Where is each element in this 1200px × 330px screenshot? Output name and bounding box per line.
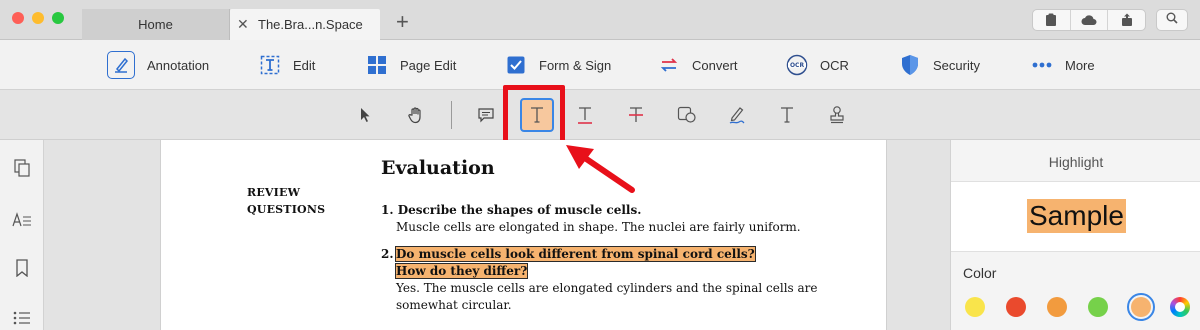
- answer-2-line2: somewhat circular.: [396, 298, 512, 312]
- answer-1-text: Muscle cells are elongated in shape. The…: [396, 220, 801, 234]
- sample-preview: Sample: [1027, 199, 1126, 233]
- share-icon[interactable]: [1108, 10, 1145, 30]
- tab-document-label: The.Bra...n.Space: [258, 17, 363, 32]
- color-swatch-red[interactable]: [1006, 297, 1026, 317]
- shield-icon: [899, 54, 921, 76]
- hand-tool-icon[interactable]: [404, 103, 428, 127]
- question-2-number: 2.: [381, 247, 394, 261]
- annotation-label: Annotation: [147, 57, 210, 73]
- preview-box: Sample: [951, 181, 1200, 252]
- highlighted-question-line1[interactable]: Do muscle cells look different from spin…: [395, 246, 756, 262]
- underline-text-icon[interactable]: [573, 103, 597, 127]
- panel-title: Highlight: [1048, 154, 1104, 170]
- new-tab-icon[interactable]: +: [396, 11, 409, 33]
- tab-home[interactable]: Home: [82, 9, 230, 40]
- page-title: Evaluation: [381, 157, 495, 179]
- search-icon: [1166, 11, 1178, 29]
- zoom-window-button[interactable]: [52, 12, 64, 24]
- clipboard-icon[interactable]: [1033, 10, 1071, 30]
- pdf-page[interactable]: Evaluation REVIEW QUESTIONS 1. Describe …: [160, 140, 887, 330]
- main-toolbar: Annotation Edit Page Edit Form & Sign Co…: [0, 40, 1200, 90]
- properties-panel: Highlight Sample Color: [950, 140, 1200, 330]
- security-button[interactable]: Security: [899, 40, 980, 90]
- section-label: REVIEW QUESTIONS: [247, 184, 325, 218]
- form-sign-button[interactable]: Form & Sign: [505, 40, 611, 90]
- outline-text-icon[interactable]: [12, 210, 32, 230]
- color-swatch-green[interactable]: [1088, 297, 1108, 317]
- question-1: 1. Describe the shapes of muscle cells. …: [381, 202, 801, 236]
- edit-button[interactable]: Edit: [259, 40, 315, 90]
- title-bar: Home ✕ The.Bra...n.Space +: [0, 0, 1200, 40]
- color-label: Color: [963, 265, 997, 281]
- color-swatch-orange[interactable]: [1047, 297, 1067, 317]
- text-box-icon[interactable]: [775, 103, 799, 127]
- comment-icon[interactable]: [474, 103, 498, 127]
- form-sign-label: Form & Sign: [539, 57, 612, 73]
- search-button[interactable]: [1156, 9, 1188, 31]
- minimize-window-button[interactable]: [32, 12, 44, 24]
- color-swatch-light-orange[interactable]: [1131, 297, 1151, 317]
- callout-highlight-box: [503, 85, 565, 145]
- question-1-text: 1. Describe the shapes of muscle cells.: [381, 203, 642, 217]
- bookmark-icon[interactable]: [12, 258, 32, 278]
- annotation-icon: [107, 51, 135, 79]
- list-icon[interactable]: [12, 308, 32, 328]
- section-label-line2: QUESTIONS: [247, 203, 326, 216]
- answer-2-line1: Yes. The muscle cells are elongated cyli…: [396, 281, 818, 295]
- ocr-label: OCR: [820, 57, 849, 73]
- app-window: Home ✕ The.Bra...n.Space + Annotation Ed…: [0, 0, 1200, 330]
- annotation-toolbar: [0, 90, 1200, 140]
- thumbnails-icon[interactable]: [12, 158, 32, 178]
- strikethrough-text-icon[interactable]: [624, 103, 648, 127]
- shape-tool-icon[interactable]: [675, 103, 699, 127]
- convert-label: Convert: [692, 57, 738, 73]
- convert-icon: [658, 54, 680, 76]
- more-label: More: [1065, 57, 1095, 73]
- page-edit-button[interactable]: Page Edit: [366, 40, 456, 90]
- toolbar-divider: [451, 101, 452, 129]
- tab-document[interactable]: ✕ The.Bra...n.Space: [230, 9, 380, 40]
- highlighted-question-line2[interactable]: How do they differ?: [394, 263, 529, 279]
- select-arrow-icon[interactable]: [353, 103, 377, 127]
- close-tab-icon[interactable]: ✕: [237, 16, 249, 33]
- page-edit-label: Page Edit: [400, 57, 457, 73]
- cloud-icon[interactable]: [1071, 10, 1109, 30]
- checkbox-icon: [505, 54, 527, 76]
- callout-arrow: [566, 145, 635, 193]
- pencil-icon[interactable]: [725, 103, 749, 127]
- more-dots-icon: [1031, 54, 1053, 76]
- color-swatch-yellow[interactable]: [965, 297, 985, 317]
- edit-text-icon: [259, 54, 281, 76]
- page-edit-icon: [366, 54, 388, 76]
- titlebar-actions: [1032, 9, 1146, 31]
- tab-home-label: Home: [138, 17, 173, 32]
- color-picker-icon[interactable]: [1170, 297, 1190, 317]
- ocr-button[interactable]: OCR OCR: [786, 40, 849, 90]
- close-window-button[interactable]: [12, 12, 24, 24]
- left-sidebar: [0, 140, 44, 330]
- question-2: 2. Do muscle cells look different from s…: [381, 246, 818, 314]
- convert-button[interactable]: Convert: [658, 40, 738, 90]
- annotation-button[interactable]: Annotation: [107, 40, 209, 90]
- section-label-line1: REVIEW: [247, 186, 301, 199]
- edit-label: Edit: [293, 57, 316, 73]
- security-label: Security: [933, 57, 980, 73]
- ocr-icon: OCR: [786, 54, 808, 76]
- stamp-icon[interactable]: [825, 103, 849, 127]
- svg-text:OCR: OCR: [790, 62, 805, 69]
- more-button[interactable]: More: [1031, 40, 1095, 90]
